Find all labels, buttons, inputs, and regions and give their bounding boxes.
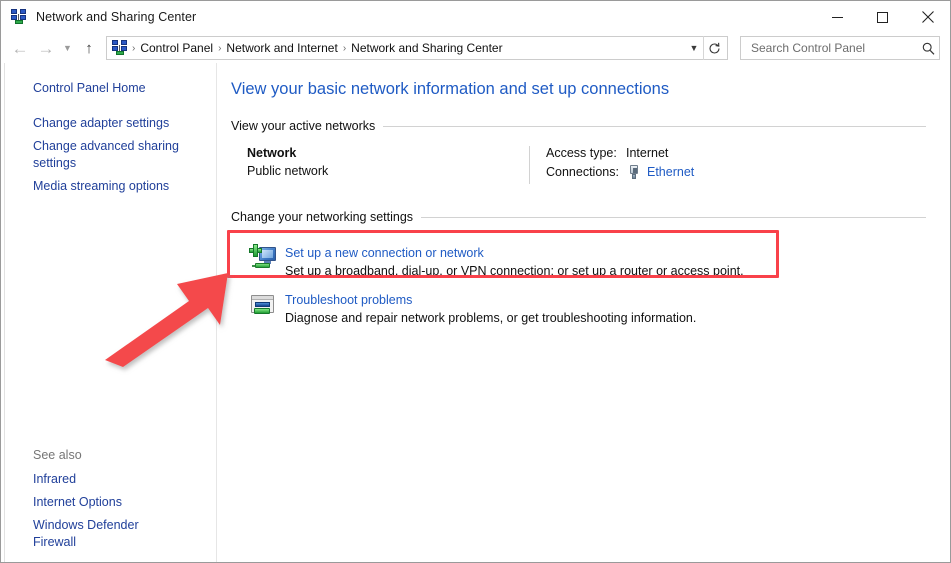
- task-troubleshoot-problems[interactable]: Troubleshoot problems Diagnose and repai…: [231, 284, 926, 331]
- sidebar-item-change-advanced-sharing-settings[interactable]: Change advanced sharing settings: [5, 135, 195, 175]
- task-description: Diagnose and repair network problems, or…: [285, 311, 697, 325]
- networking-settings-heading: Change your networking settings: [231, 210, 926, 224]
- sidebar-item-control-panel-home[interactable]: Control Panel Home: [5, 77, 195, 100]
- ethernet-plug-icon: [626, 164, 642, 180]
- see-also-title: See also: [33, 448, 82, 462]
- active-networks-heading-label: View your active networks: [231, 119, 376, 133]
- search-icon[interactable]: [922, 42, 935, 55]
- task-link-troubleshoot-problems[interactable]: Troubleshoot problems: [285, 293, 412, 307]
- sidebar-item-infrared[interactable]: Infrared: [5, 468, 195, 491]
- maximize-button[interactable]: [860, 1, 905, 33]
- section-divider: [383, 125, 926, 127]
- search-box[interactable]: [740, 36, 940, 60]
- access-type-value: Internet: [626, 146, 669, 160]
- breadcrumb-item-network-and-sharing-center[interactable]: Network and Sharing Center: [347, 41, 506, 55]
- connection-link-ethernet[interactable]: Ethernet: [647, 165, 694, 179]
- networking-settings-heading-label: Change your networking settings: [231, 210, 414, 224]
- recent-locations-chevron-down-icon[interactable]: ▼: [59, 36, 76, 60]
- monitor-plus-icon: [249, 244, 277, 272]
- page-title: View your basic network information and …: [231, 80, 670, 98]
- sidebar-item-windows-defender-firewall[interactable]: Windows Defender Firewall: [5, 514, 195, 554]
- breadcrumb-item-network-and-internet[interactable]: Network and Internet: [222, 41, 341, 55]
- breadcrumb-item-control-panel[interactable]: Control Panel: [136, 41, 217, 55]
- task-set-up-new-connection[interactable]: Set up a new connection or network Set u…: [231, 237, 926, 284]
- back-arrow-icon[interactable]: ←: [7, 36, 33, 60]
- active-network-details: Access type: Internet Connections: Ether…: [546, 146, 926, 184]
- up-arrow-icon[interactable]: ↑: [76, 36, 102, 60]
- sidebar: Control Panel Home Change adapter settin…: [5, 63, 217, 562]
- vertical-divider: [529, 146, 530, 184]
- connections-row: Connections: Ethernet: [546, 164, 926, 180]
- task-description: Set up a broadband, dial-up, or VPN conn…: [285, 264, 744, 278]
- connections-label: Connections:: [546, 165, 619, 179]
- title-bar: Network and Sharing Center: [1, 1, 950, 33]
- sidebar-item-internet-options[interactable]: Internet Options: [5, 491, 195, 514]
- breadcrumb-network-icon: [112, 40, 128, 56]
- network-profile-type: Public network: [247, 164, 329, 178]
- network-icon: [11, 9, 27, 25]
- active-networks-heading: View your active networks: [231, 119, 926, 133]
- window-controls: [815, 1, 950, 33]
- breadcrumb[interactable]: › Control Panel › Network and Internet ›…: [106, 36, 728, 60]
- sidebar-item-change-adapter-settings[interactable]: Change adapter settings: [5, 112, 195, 135]
- active-network-identity: Network Public network: [247, 146, 529, 184]
- task-text-block: Set up a new connection or network Set u…: [285, 243, 744, 278]
- close-button[interactable]: [905, 1, 950, 33]
- window-title: Network and Sharing Center: [36, 10, 197, 24]
- window-body: Control Panel Home Change adapter settin…: [1, 63, 950, 562]
- refresh-icon[interactable]: [703, 36, 725, 60]
- access-type-row: Access type: Internet: [546, 146, 926, 160]
- section-divider: [421, 216, 926, 218]
- minimize-button[interactable]: [815, 1, 860, 33]
- active-network-entry: Network Public network Access type: Inte…: [231, 146, 926, 184]
- sidebar-item-media-streaming-options[interactable]: Media streaming options: [5, 175, 195, 198]
- forward-arrow-icon[interactable]: →: [33, 36, 59, 60]
- task-text-block: Troubleshoot problems Diagnose and repai…: [285, 290, 696, 325]
- task-link-set-up-new-connection[interactable]: Set up a new connection or network: [285, 246, 484, 260]
- network-name: Network: [247, 146, 297, 160]
- network-sharing-center-window: Network and Sharing Center ← → ▼ ↑ › Con…: [0, 0, 951, 563]
- access-type-label: Access type:: [546, 146, 617, 160]
- search-input[interactable]: [749, 40, 922, 56]
- troubleshoot-window-icon: [249, 291, 277, 319]
- main-content: View your basic network information and …: [217, 63, 950, 562]
- breadcrumb-chevron-down-icon[interactable]: ▼: [685, 37, 703, 59]
- see-also-section: See also Infrared Internet Options Windo…: [5, 445, 216, 554]
- address-bar: ← → ▼ ↑ › Control Panel › Network and In…: [1, 33, 950, 63]
